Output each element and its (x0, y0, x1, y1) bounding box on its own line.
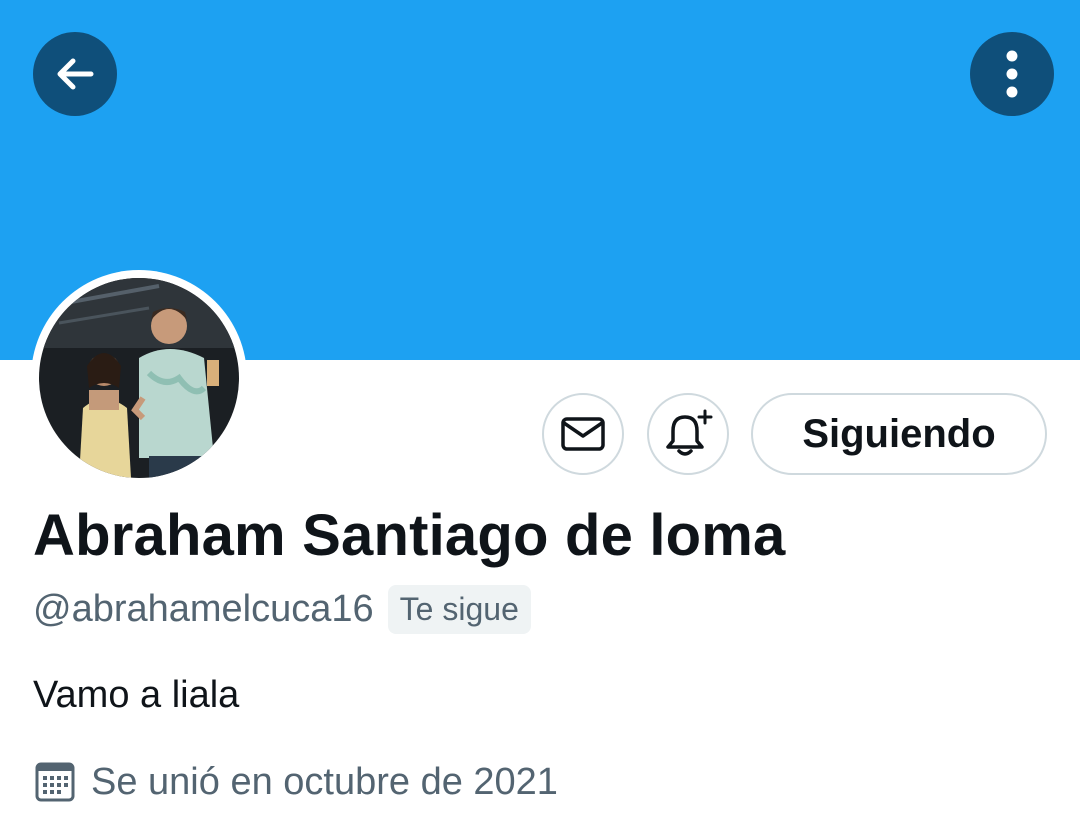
notifications-button[interactable] (647, 393, 729, 475)
back-button[interactable] (33, 32, 117, 116)
following-button[interactable]: Siguiendo (751, 393, 1047, 475)
profile-page: Siguiendo Abraham Santiago de loma @abra… (0, 0, 1080, 824)
calendar-icon (35, 762, 75, 802)
joined-date-row: Se unió en octubre de 2021 (33, 760, 558, 804)
username-handle: @abrahamelcuca16 (33, 587, 374, 630)
envelope-icon (561, 417, 605, 451)
avatar[interactable] (31, 270, 247, 486)
bell-plus-icon (666, 409, 713, 456)
joined-date-text: Se unió en octubre de 2021 (91, 760, 558, 803)
more-options-button[interactable] (970, 32, 1054, 116)
avatar-photo (39, 278, 239, 478)
vertical-dots-icon (1006, 50, 1018, 98)
handle-row: @abrahamelcuca16 Te sigue (33, 584, 531, 634)
message-button[interactable] (542, 393, 624, 475)
follows-you-badge: Te sigue (387, 584, 531, 634)
profile-bio: Vamo a liala (33, 674, 240, 716)
arrow-left-icon (57, 58, 94, 90)
display-name: Abraham Santiago de loma (33, 503, 786, 568)
